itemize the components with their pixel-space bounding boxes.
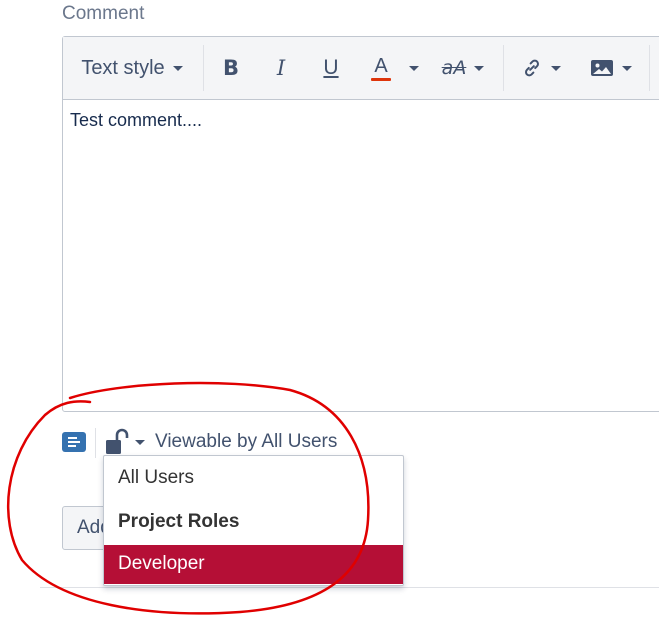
chevron-down-icon: [622, 65, 632, 71]
chevron-down-icon[interactable]: [135, 440, 145, 445]
chevron-down-icon: [409, 65, 419, 71]
comment-label: Comment: [62, 3, 145, 24]
text-style-dropdown[interactable]: Text style: [72, 48, 192, 88]
toolbar-divider: [203, 45, 204, 91]
chevron-down-icon: [551, 65, 561, 71]
underline-button[interactable]: U: [313, 48, 349, 88]
option-developer[interactable]: Developer: [104, 545, 403, 584]
text-color-dropdown-button[interactable]: [404, 48, 424, 88]
insert-image-button[interactable]: [583, 48, 639, 88]
footer-divider: [95, 428, 96, 458]
security-level-dropdown: All Users Project Roles Developer: [103, 455, 404, 586]
bold-button[interactable]: B: [213, 48, 249, 88]
link-icon: [525, 59, 539, 77]
option-all-users[interactable]: All Users: [104, 456, 403, 501]
more-formatting-icon: aA: [441, 57, 467, 79]
more-formatting-button[interactable]: aA: [433, 48, 493, 88]
editor-toolbar: Text style B I U A aA: [63, 37, 659, 100]
toolbar-divider: [503, 45, 504, 91]
comment-text[interactable]: Test comment....: [70, 110, 202, 131]
text-color-button[interactable]: A: [363, 48, 399, 88]
toolbar-divider: [649, 45, 650, 91]
wiki-renderer-icon[interactable]: [62, 432, 86, 452]
unlock-icon[interactable]: [105, 428, 129, 456]
text-color-icon: A: [371, 56, 391, 81]
text-style-label: Text style: [81, 56, 165, 79]
chevron-down-icon: [474, 65, 485, 71]
comment-editor: Text style B I U A aA Test comment....: [62, 36, 659, 412]
chevron-down-icon: [172, 65, 183, 71]
link-button[interactable]: [513, 48, 569, 88]
security-level-label[interactable]: Viewable by All Users: [155, 431, 337, 453]
image-icon: [591, 60, 613, 76]
section-divider: [40, 587, 659, 588]
italic-button[interactable]: I: [263, 48, 299, 88]
group-heading-project-roles: Project Roles: [118, 511, 240, 532]
